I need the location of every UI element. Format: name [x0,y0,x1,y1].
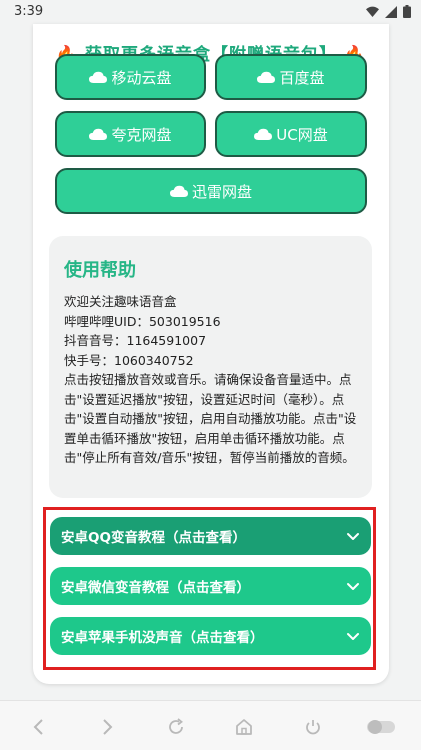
help-body: 欢迎关注趣味语音盒 哔哩哔哩UID：503019516 抖音音号：1164591… [64,292,364,468]
status-icons [366,5,411,18]
battery-icon [403,5,411,18]
power-button[interactable] [301,715,325,739]
help-kuaishou-id: 快手号：1060340752 [64,352,194,368]
signal-icon [385,5,397,18]
cloud-icon [254,128,273,140]
status-bar: 3:39 [0,0,421,24]
browser-nav-bar [0,700,421,750]
help-welcome: 欢迎关注趣味语音盒 [64,294,177,309]
back-button[interactable] [27,715,51,739]
help-instructions: 点击按钮播放音效或音乐。请确保设备音量适中。点击"设置延迟播放"按钮，设置延迟时… [64,372,357,465]
chevron-left-icon [33,719,43,735]
quark-drive-button[interactable]: 夸克网盘 [55,111,206,157]
toggle-switch[interactable] [366,715,396,739]
xunlei-drive-button[interactable]: 迅雷网盘 [55,168,367,214]
mobile-cloud-label: 移动云盘 [111,68,172,87]
cloud-icon [169,185,188,197]
cloud-icon [89,128,108,140]
baidu-drive-button[interactable]: 百度盘 [215,54,367,100]
cloud-icon [257,71,276,83]
cloud-icon [89,71,108,83]
help-douyin-id: 抖音音号：1164591007 [64,333,207,348]
help-bilibili-uid: 哔哩哔哩UID：503019516 [64,313,221,329]
uc-drive-button[interactable]: UC网盘 [215,111,367,157]
home-icon [236,719,252,735]
uc-drive-label: UC网盘 [276,125,328,144]
help-section: 使用帮助 欢迎关注趣味语音盒 哔哩哔哩UID：503019516 抖音音号：11… [49,236,372,498]
power-icon [306,720,320,735]
chevron-right-icon [103,719,113,735]
refresh-button[interactable] [164,715,188,739]
home-button[interactable] [232,715,256,739]
help-title: 使用帮助 [64,260,136,281]
quark-drive-label: 夸克网盘 [111,125,172,144]
xunlei-drive-label: 迅雷网盘 [191,182,252,201]
highlight-frame [43,507,376,670]
status-time: 3:39 [14,4,44,19]
toggle-icon [367,720,395,734]
forward-button[interactable] [95,715,119,739]
baidu-drive-label: 百度盘 [279,68,325,87]
refresh-icon [169,718,183,734]
mobile-cloud-button[interactable]: 移动云盘 [55,54,206,100]
wifi-icon [366,6,379,17]
